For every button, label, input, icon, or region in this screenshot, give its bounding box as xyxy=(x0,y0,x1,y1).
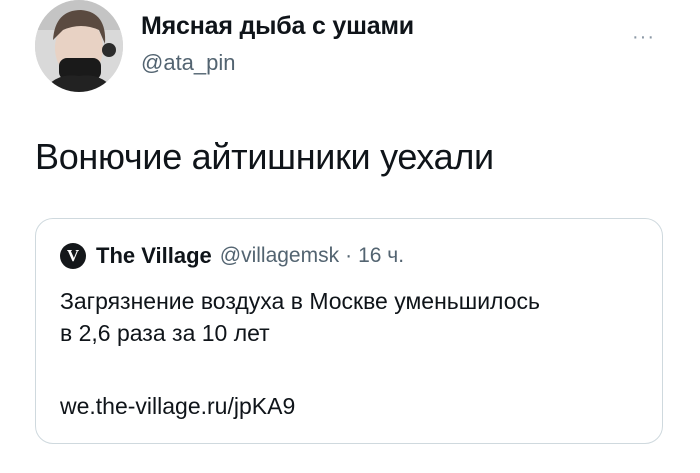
quote-header: V The Village @villagemsk · 16 ч. xyxy=(60,243,404,269)
quote-tweet-card[interactable]: V The Village @villagemsk · 16 ч. Загряз… xyxy=(35,218,663,444)
user-avatar-photo xyxy=(35,0,123,92)
quote-separator: · xyxy=(345,244,353,267)
author-handle[interactable]: @ata_pin xyxy=(141,50,236,76)
tweet-text: Вонючие айтишники уехали xyxy=(35,136,494,177)
avatar[interactable] xyxy=(35,0,123,92)
village-logo-icon: V xyxy=(60,243,86,269)
quote-text-line: в 2,6 раза за 10 лет xyxy=(60,320,270,346)
quote-author-name[interactable]: The Village xyxy=(96,243,212,269)
quote-timestamp[interactable]: 16 ч. xyxy=(358,244,404,268)
author-display-name[interactable]: Мясная дыба с ушами xyxy=(141,12,414,41)
more-options-icon[interactable]: ··· xyxy=(632,26,655,49)
quote-link[interactable]: we.the-village.ru/jpKA9 xyxy=(60,393,295,420)
quote-text-line: Загрязнение воздуха в Москве уменьшилось xyxy=(60,288,541,314)
quote-author-handle[interactable]: @villagemsk xyxy=(220,244,339,268)
quote-text: Загрязнение воздуха в Москве уменьшилось… xyxy=(60,285,650,349)
